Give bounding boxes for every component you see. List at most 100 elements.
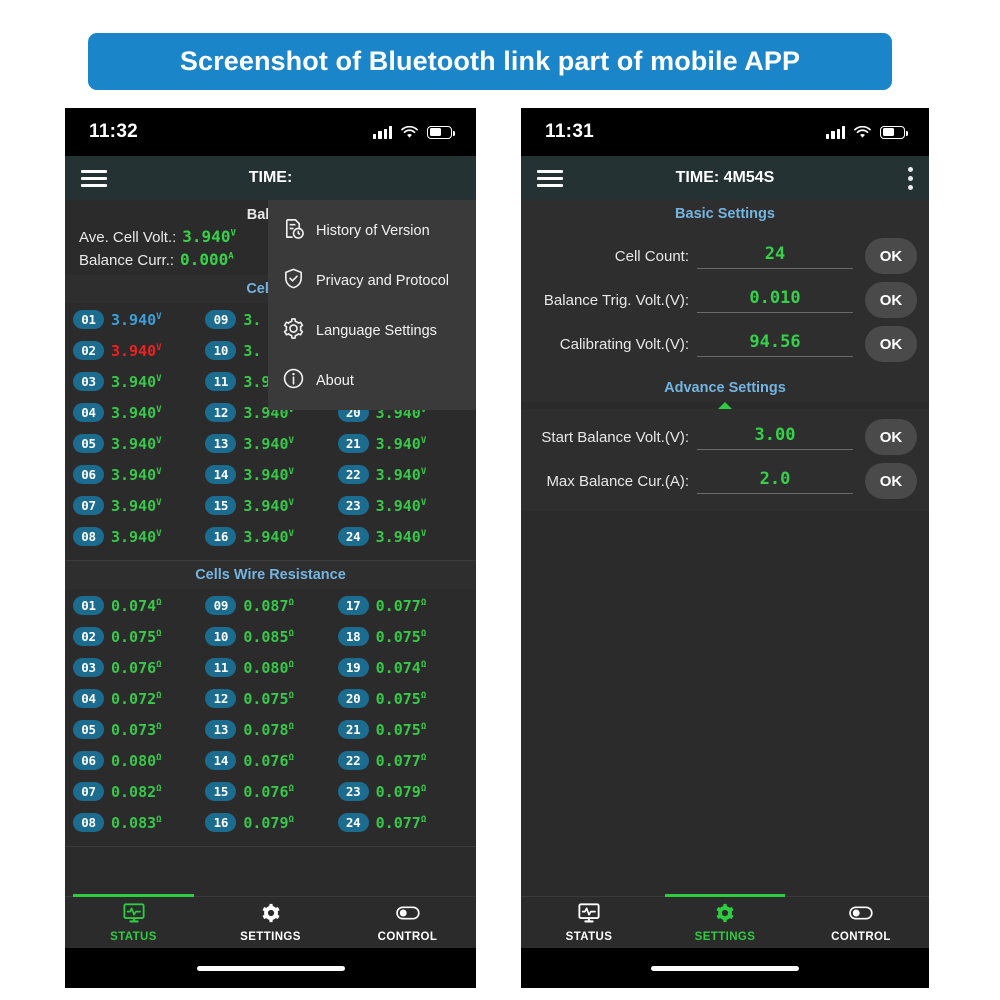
cell-value: 0.077Ω — [375, 596, 427, 615]
gear-icon — [282, 317, 305, 345]
cell-entry: 07 0.082Ω — [73, 777, 205, 806]
cell-value: 0.075Ω — [375, 689, 427, 708]
cell-value: 0.074Ω — [375, 658, 427, 677]
nav-tab-settings[interactable]: SETTINGS — [202, 897, 339, 948]
setting-row: Calibrating Volt.(V): 94.56 OK — [521, 322, 929, 366]
setting-ok-button[interactable]: OK — [865, 282, 917, 318]
setting-ok-button[interactable]: OK — [865, 326, 917, 362]
home-indicator-bar[interactable] — [196, 965, 345, 971]
cell-value: 0.075Ω — [375, 627, 427, 646]
menu-item-history-of-version[interactable]: History of Version — [268, 206, 476, 256]
bottom-nav-left: STATUS SETTINGS CONTROL — [65, 894, 476, 948]
setting-ok-button[interactable]: OK — [865, 419, 917, 455]
setting-input[interactable]: 3.00 — [697, 425, 853, 450]
setting-input[interactable]: 2.0 — [697, 469, 853, 494]
banner-title: Screenshot of Bluetooth link part of mob… — [179, 46, 801, 76]
collapse-caret-icon[interactable] — [718, 402, 732, 409]
overflow-menu-icon[interactable] — [908, 166, 913, 190]
cell-entry: 22 0.077Ω — [337, 746, 470, 775]
setting-value: 2.0 — [759, 468, 791, 489]
setting-input[interactable]: 24 — [697, 244, 853, 269]
cell-entry: 12 0.075Ω — [205, 684, 337, 713]
setting-ok-button[interactable]: OK — [865, 463, 917, 499]
cell-entry: 24 3.940V — [337, 522, 470, 551]
home-indicator-bar[interactable] — [651, 965, 799, 971]
cell-entry: 18 0.075Ω — [337, 622, 470, 651]
cell-index-badge: 08 — [73, 527, 104, 546]
cell-unit: V — [288, 435, 294, 446]
cell-index-badge: 10 — [205, 627, 237, 646]
cell-value: 3.940V — [111, 310, 162, 329]
nav-tab-label: SETTINGS — [694, 931, 756, 943]
cell-value: 0.082Ω — [111, 782, 162, 801]
cell-unit: Ω — [420, 783, 427, 794]
cell-unit: Ω — [156, 628, 162, 639]
menu-item-label: Privacy and Protocol — [316, 273, 449, 289]
cell-entry: 14 0.076Ω — [205, 746, 337, 775]
menu-item-privacy-and-protocol[interactable]: Privacy and Protocol — [268, 256, 476, 306]
nav-tab-status[interactable]: STATUS — [65, 894, 202, 948]
nav-tab-control[interactable]: CONTROL — [339, 897, 476, 948]
cell-entry: 21 0.075Ω — [337, 715, 470, 744]
cell-unit: Ω — [420, 690, 427, 701]
setting-value: 24 — [764, 243, 786, 264]
cell-index-badge: 05 — [73, 434, 104, 453]
cell-index-badge: 11 — [205, 372, 237, 391]
phone-left-status-screen: 11:32 TIME: Balanc A — [65, 108, 476, 988]
hamburger-menu-icon[interactable] — [537, 166, 563, 191]
nav-tab-status[interactable]: STATUS — [521, 897, 657, 948]
cell-entry: 20 0.075Ω — [337, 684, 470, 713]
cell-value: 0.083Ω — [111, 813, 162, 832]
setting-ok-button[interactable]: OK — [865, 238, 917, 274]
menu-item-label: Language Settings — [316, 323, 437, 339]
cell-index-badge: 13 — [205, 720, 237, 739]
setting-input[interactable]: 94.56 — [697, 332, 853, 357]
cell-unit: V — [156, 497, 162, 508]
menu-item-language-settings[interactable]: Language Settings — [268, 306, 476, 356]
overflow-dropdown-menu[interactable]: History of Version Privacy and Protocol La… — [268, 200, 476, 410]
ios-status-bar-left: 11:32 — [65, 108, 476, 156]
basic-settings-rows: Cell Count: 24 OK Balance Trig. Volt.(V): 0.… — [521, 228, 929, 374]
setting-input[interactable]: 0.010 — [697, 288, 853, 313]
cell-unit: Ω — [156, 752, 162, 763]
cell-index-badge: 20 — [337, 689, 369, 708]
setting-label: Cell Count: — [614, 247, 689, 265]
status-bar-indicators — [373, 125, 455, 139]
setting-value: 94.56 — [749, 331, 801, 352]
cell-index-badge: 14 — [205, 751, 237, 770]
setting-value: 0.010 — [749, 287, 801, 308]
cell-entry: 01 0.074Ω — [73, 591, 205, 620]
cell-value: 0.076Ω — [243, 751, 294, 770]
toggle-switch-icon — [849, 902, 873, 929]
nav-tab-settings[interactable]: SETTINGS — [657, 894, 793, 948]
cell-index-badge: 15 — [205, 782, 237, 801]
cell-unit: Ω — [420, 659, 427, 670]
cell-index-badge: 08 — [73, 813, 104, 832]
cell-index-badge: 18 — [337, 627, 369, 646]
active-tab-indicator — [665, 894, 785, 897]
nav-tab-control[interactable]: CONTROL — [793, 897, 929, 948]
cell-value: 0.074Ω — [111, 596, 162, 615]
cell-entry: 03 3.940V — [73, 367, 205, 396]
cell-value: 0.085Ω — [243, 627, 294, 646]
cellular-signal-icon — [826, 125, 845, 139]
cell-value: 0.080Ω — [243, 658, 294, 677]
cell-value: 0.078Ω — [243, 720, 294, 739]
cell-entry: 23 0.079Ω — [337, 777, 470, 806]
cell-entry: 13 3.940V — [205, 429, 337, 458]
cell-entry: 03 0.076Ω — [73, 653, 205, 682]
cell-value: 3. — [243, 341, 262, 360]
status-bar-clock: 11:32 — [89, 121, 139, 142]
cells-resistance-header: Cells Wire Resistance — [65, 561, 476, 589]
menu-item-about[interactable]: About — [268, 356, 476, 406]
cell-index-badge: 02 — [73, 341, 104, 360]
setting-label: Max Balance Cur.(A): — [546, 472, 689, 490]
hamburger-menu-icon[interactable] — [81, 166, 107, 191]
cell-unit: Ω — [156, 814, 162, 825]
wifi-icon — [854, 125, 871, 139]
cell-index-badge: 03 — [73, 372, 104, 391]
cell-unit: Ω — [420, 597, 427, 608]
bottom-nav-right: STATUS SETTINGS CONTROL — [521, 894, 929, 948]
cell-index-badge: 17 — [337, 596, 369, 615]
cells-resistance-grid: 01 0.074Ω 09 0.087Ω 17 0.077Ω 02 0.075Ω 10 0.085Ω… — [65, 589, 476, 843]
